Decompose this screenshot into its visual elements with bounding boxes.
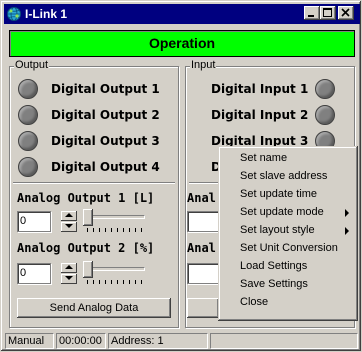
menu-item-label: Save Settings <box>240 278 308 290</box>
maximize-button[interactable] <box>320 6 336 20</box>
spin-down-button[interactable] <box>61 274 77 284</box>
menu-item-label: Load Settings <box>240 260 308 272</box>
arrow-down-icon <box>65 276 73 280</box>
analog-output-1-input[interactable]: 0 <box>17 211 51 232</box>
menu-item-label: Set update time <box>240 188 318 200</box>
menu-item-save-settings[interactable]: Save Settings <box>221 276 355 293</box>
status-address: Address: 1 <box>108 333 208 349</box>
digital-output-4-led <box>18 157 38 177</box>
menu-item-set-name[interactable]: Set name <box>221 150 355 167</box>
arrow-up-icon <box>65 213 73 217</box>
minimize-button[interactable] <box>304 6 320 20</box>
send-analog-data-button[interactable]: Send Analog Data <box>17 298 171 318</box>
status-mode: Manual <box>5 333 54 349</box>
input-group-label: Input <box>190 59 217 71</box>
digital-input-2-label: Digital Input 2 <box>211 108 309 122</box>
analog-input-2-value <box>187 263 219 284</box>
context-menu: Set name Set slave address Set update ti… <box>218 146 358 321</box>
menu-item-label: Set name <box>240 152 288 164</box>
digital-output-3-led <box>18 131 38 151</box>
slider-ticks <box>87 280 143 284</box>
operation-status-banner: Operation <box>9 30 355 57</box>
digital-output-2-label: Digital Output 2 <box>51 108 160 122</box>
analog-input-2-label: Anal <box>187 241 216 255</box>
status-bar: Manual 00:00:00 Address: 1 <box>4 332 360 350</box>
close-button[interactable] <box>338 6 354 20</box>
digital-output-3-label: Digital Output 3 <box>51 134 160 148</box>
status-time: 00:00:00 <box>56 333 106 349</box>
menu-item-set-slave-address[interactable]: Set slave address <box>221 168 355 185</box>
analog-output-2-label: Analog Output 2 [%] <box>17 241 155 255</box>
input-separator <box>189 182 219 184</box>
arrow-up-icon <box>65 265 73 269</box>
menu-item-load-settings[interactable]: Load Settings <box>221 258 355 275</box>
spin-up-button[interactable] <box>61 263 77 273</box>
digital-input-1-label: Digital Input 1 <box>211 82 309 96</box>
status-empty-pane <box>210 333 358 349</box>
menu-item-label: Close <box>240 296 269 308</box>
slider-thumb[interactable] <box>83 209 93 226</box>
digital-output-1-label: Digital Output 1 <box>51 82 160 96</box>
digital-input-1-led <box>315 79 335 99</box>
output-group-label: Output <box>14 59 50 71</box>
output-separator <box>13 182 175 184</box>
digital-output-1-led <box>18 79 38 99</box>
menu-item-set-layout-style[interactable]: Set layout style <box>221 222 355 239</box>
submenu-arrow-icon <box>345 227 349 235</box>
window-title: I-Link 1 <box>25 7 68 21</box>
menu-item-label: Set update mode <box>240 206 324 218</box>
analog-output-2-input[interactable]: 0 <box>17 263 51 284</box>
analog-output-1-spinner[interactable] <box>61 211 77 232</box>
menu-item-label: Set slave address <box>240 170 328 182</box>
title-bar[interactable]: I-Link 1 <box>4 4 360 24</box>
digital-output-2-led <box>18 105 38 125</box>
menu-item-set-update-time[interactable]: Set update time <box>221 186 355 203</box>
analog-input-1-label: Anal <box>187 191 216 205</box>
close-icon <box>341 8 350 17</box>
analog-input-1-value <box>187 211 219 232</box>
minimize-icon <box>308 15 314 17</box>
slider-thumb[interactable] <box>83 261 93 278</box>
slider-ticks <box>87 228 143 232</box>
input-button-partial[interactable] <box>187 298 219 318</box>
submenu-arrow-icon <box>345 209 349 217</box>
menu-item-set-update-mode[interactable]: Set update mode <box>221 204 355 221</box>
analog-output-1-slider[interactable] <box>83 209 145 233</box>
arrow-down-icon <box>65 224 73 228</box>
menu-item-label: Set layout style <box>240 224 315 236</box>
spin-down-button[interactable] <box>61 222 77 232</box>
analog-output-1-label: Analog Output 1 [L] <box>17 191 155 205</box>
menu-item-set-unit-conversion[interactable]: Set Unit Conversion <box>221 240 355 257</box>
menu-item-close[interactable]: Close <box>221 294 355 311</box>
maximize-icon <box>323 8 332 17</box>
digital-input-2-led <box>315 105 335 125</box>
analog-output-2-spinner[interactable] <box>61 263 77 284</box>
spin-up-button[interactable] <box>61 211 77 221</box>
analog-output-2-slider[interactable] <box>83 261 145 285</box>
network-globe-icon <box>6 6 22 22</box>
menu-item-label: Set Unit Conversion <box>240 242 338 254</box>
digital-output-4-label: Digital Output 4 <box>51 160 160 174</box>
